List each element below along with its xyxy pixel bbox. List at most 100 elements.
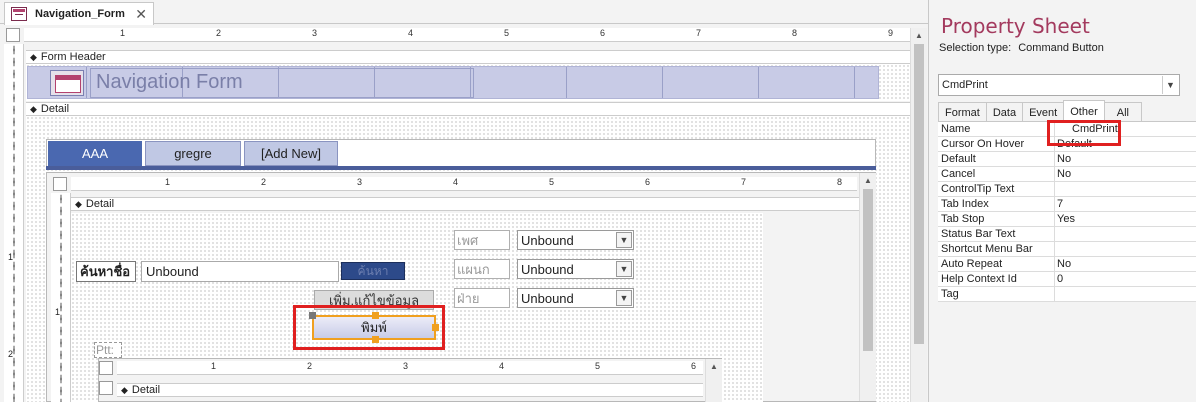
section-arrow-icon: ◆ <box>30 51 37 62</box>
ruler-number: 2 <box>215 28 223 38</box>
property-row-shortcut-menu-bar[interactable]: Shortcut Menu Bar <box>938 242 1196 257</box>
ruler-number: 3 <box>356 177 364 187</box>
section-arrow-icon: ◆ <box>30 103 37 114</box>
nav-underline <box>46 166 876 170</box>
tab-format[interactable]: Format <box>938 102 987 122</box>
property-row-tab-index[interactable]: Tab Index 7 <box>938 197 1196 212</box>
ruler-number: 5 <box>503 28 511 38</box>
close-icon[interactable]: ✕ <box>135 6 147 23</box>
form-title: Navigation Form <box>96 71 243 93</box>
pt-label[interactable]: Ptt: <box>94 342 122 358</box>
department-label[interactable]: แผนก <box>454 259 510 279</box>
scroll-up-icon[interactable]: ▲ <box>911 28 927 42</box>
property-row-tab-stop[interactable]: Tab Stop Yes <box>938 212 1196 227</box>
vertical-ruler: 1 2 <box>4 44 24 402</box>
gender-combo-value: Unbound <box>521 232 574 248</box>
ruler-number: 4 <box>407 28 415 38</box>
chevron-down-icon[interactable]: ▼ <box>1162 76 1178 94</box>
property-sheet: Property Sheet Selection type: Command B… <box>928 0 1196 402</box>
designer-scrollbar[interactable]: ▲ <box>910 28 927 402</box>
search-button[interactable]: ค้นหา <box>341 262 405 280</box>
scroll-up-icon[interactable]: ▲ <box>706 359 722 373</box>
nested-detail-label: Detail <box>131 384 161 396</box>
ruler-number: 5 <box>594 361 602 371</box>
form-selector[interactable] <box>6 28 20 42</box>
ruler-number: 4 <box>498 361 506 371</box>
property-tabs: Format Data Event Other All <box>938 100 1142 122</box>
subform-scrollbar[interactable]: ▲ <box>859 173 876 401</box>
ruler-number: 6 <box>599 28 607 38</box>
ruler-number: 7 <box>695 28 703 38</box>
gender-label[interactable]: เพศ <box>454 230 510 250</box>
division-combo-value: Unbound <box>521 290 574 306</box>
property-row-controltip-text[interactable]: ControlTip Text <box>938 182 1196 197</box>
section-arrow-icon: ◆ <box>121 384 128 395</box>
property-row-auto-repeat[interactable]: Auto Repeat No <box>938 257 1196 272</box>
form-header-bar[interactable]: ◆ Form Header <box>26 50 910 64</box>
form-designer[interactable]: Navigation_Form ✕ 1 2 3 4 5 6 7 8 9 1 2 ▲ ◆ Form… <box>0 0 928 402</box>
selection-type: Selection type: Command Button <box>939 42 1104 54</box>
tab-all[interactable]: All <box>1103 102 1142 122</box>
nested-detail-bar[interactable]: ◆ Detail <box>117 383 703 397</box>
property-row-default[interactable]: Default No <box>938 152 1196 167</box>
ruler-number: 1 <box>164 177 172 187</box>
search-input[interactable]: Unbound <box>141 261 339 282</box>
ruler-number: 1 <box>119 28 127 38</box>
gender-combo[interactable]: Unbound ▼ <box>517 230 634 250</box>
ruler-number: 3 <box>311 28 319 38</box>
scroll-thumb[interactable] <box>914 44 924 344</box>
ruler-number: 2 <box>260 177 268 187</box>
document-tab[interactable]: Navigation_Form ✕ <box>4 2 154 25</box>
logo-image[interactable] <box>50 70 84 96</box>
ruler-number: 8 <box>836 177 844 187</box>
property-grid: Name CmdPrint Cursor On Hover Default Defa… <box>938 121 1196 302</box>
chevron-down-icon[interactable]: ▼ <box>616 290 632 306</box>
form-header-label: Form Header <box>40 51 106 63</box>
document-tab-strip: Navigation_Form ✕ <box>0 0 928 25</box>
subform-ruler: 1 2 3 4 5 6 7 8 <box>71 177 857 191</box>
property-row-cancel[interactable]: Cancel No <box>938 167 1196 182</box>
detail-bar[interactable]: ◆ Detail <box>26 102 910 116</box>
property-row-tag[interactable]: Tag <box>938 287 1196 302</box>
department-combo-value: Unbound <box>521 261 574 277</box>
property-row-help-context-id[interactable]: Help Context Id 0 <box>938 272 1196 287</box>
division-label[interactable]: ฝ่าย <box>454 288 510 308</box>
selection-type-value: Command Button <box>1018 42 1104 54</box>
control-selector[interactable]: CmdPrint ▼ <box>938 74 1180 96</box>
chevron-down-icon[interactable]: ▼ <box>616 261 632 277</box>
control-selector-value: CmdPrint <box>942 79 988 91</box>
property-row-status-bar-text[interactable]: Status Bar Text <box>938 227 1196 242</box>
ruler-number: 9 <box>887 28 895 38</box>
ruler-number: 1 <box>210 361 218 371</box>
ruler-number: 2 <box>306 361 314 371</box>
ruler-number: 3 <box>402 361 410 371</box>
subform-detail-label: Detail <box>85 198 115 210</box>
nav-tab-aaa[interactable]: AAA <box>48 141 142 166</box>
tab-event[interactable]: Event <box>1022 102 1065 122</box>
nav-tab-add-new[interactable]: [Add New] <box>244 141 338 166</box>
tab-data[interactable]: Data <box>985 102 1024 122</box>
subform-detail-bar[interactable]: ◆ Detail <box>71 197 861 211</box>
tab-other[interactable]: Other <box>1063 100 1105 122</box>
nested-subform-selector[interactable] <box>99 361 113 375</box>
nav-tab-gregre[interactable]: gregre <box>145 141 241 166</box>
ruler-number: 5 <box>548 177 556 187</box>
form-icon <box>11 7 27 21</box>
nested-subform[interactable]: 1 2 3 4 5 6 ◆ Detail ▲ <box>98 358 722 402</box>
nested-section-selector[interactable] <box>99 381 113 395</box>
highlight-box <box>1047 120 1121 146</box>
ruler-number: 7 <box>740 177 748 187</box>
nested-scrollbar[interactable]: ▲ <box>705 359 722 402</box>
division-combo[interactable]: Unbound ▼ <box>517 288 634 308</box>
vruler-number: 1 <box>8 252 14 262</box>
subform-selector[interactable] <box>53 177 67 191</box>
detail-label: Detail <box>40 103 70 115</box>
search-label[interactable]: ค้นหาชื่อ <box>76 261 136 282</box>
scroll-up-icon[interactable]: ▲ <box>860 173 876 187</box>
department-combo[interactable]: Unbound ▼ <box>517 259 634 279</box>
document-tab-label: Navigation_Form <box>35 8 125 20</box>
chevron-down-icon[interactable]: ▼ <box>616 232 632 248</box>
ruler-number: 6 <box>644 177 652 187</box>
highlight-box <box>293 305 445 350</box>
scroll-thumb[interactable] <box>863 189 873 351</box>
